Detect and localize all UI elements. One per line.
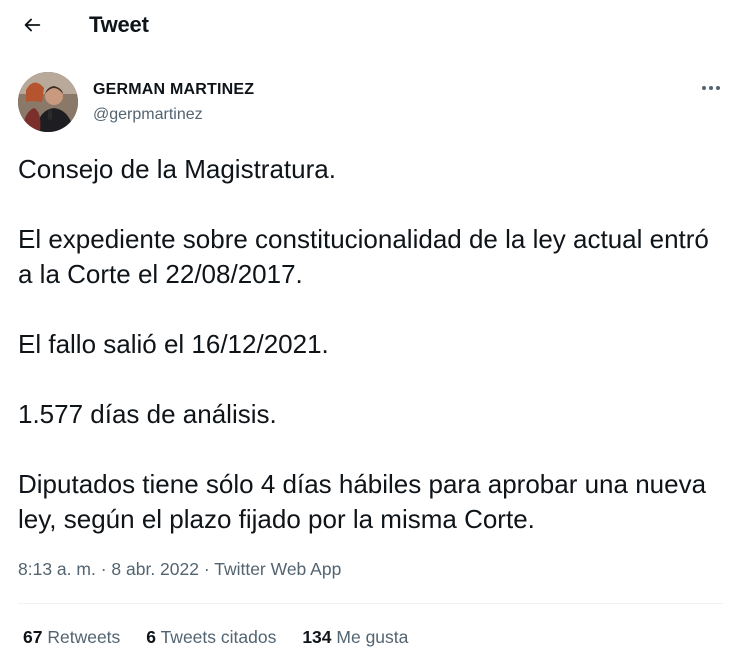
retweets-label: Retweets (47, 627, 121, 647)
author-display-name[interactable]: GERMAN MARTINEZ (93, 80, 254, 100)
avatar-photo-icon (18, 72, 78, 132)
quotes-label: Tweets citados (160, 627, 277, 647)
likes-count: 134 (302, 627, 332, 647)
more-horizontal-icon (702, 86, 720, 90)
avatar[interactable] (18, 72, 78, 132)
quotes-stat[interactable]: 6 Tweets citados (146, 626, 276, 648)
tweet-paragraph: El expediente sobre constitucionalidad d… (18, 224, 709, 289)
divider (18, 603, 723, 604)
tweet-stats: 67 Retweets 6 Tweets citados 134 Me gust… (23, 626, 434, 648)
back-button[interactable] (16, 9, 48, 41)
tweet-paragraph: El fallo salió el 16/12/2021. (18, 329, 329, 359)
tweet-meta: 8:13 a. m. · 8 abr. 2022 · Twitter Web A… (18, 558, 341, 580)
tweet-date-link[interactable]: 8 abr. 2022 (111, 559, 199, 579)
tweet-time-link[interactable]: 8:13 a. m. (18, 559, 96, 579)
quotes-count: 6 (146, 627, 157, 647)
meta-separator: · (198, 559, 215, 579)
retweets-stat[interactable]: 67 Retweets (23, 626, 120, 648)
tweet-text: Consejo de la Magistratura. El expedient… (18, 152, 718, 537)
tweet-source-link[interactable]: Twitter Web App (214, 559, 341, 579)
tweet-author: GERMAN MARTINEZ @gerpmartinez (18, 72, 723, 132)
more-button[interactable] (699, 78, 723, 98)
meta-separator: · (95, 559, 112, 579)
tweet-paragraph: 1.577 días de análisis. (18, 399, 277, 429)
tweet-paragraph: Consejo de la Magistratura. (18, 154, 336, 184)
tweet-paragraph: Diputados tiene sólo 4 días hábiles para… (18, 469, 707, 534)
author-handle[interactable]: @gerpmartinez (93, 105, 203, 125)
tweet-header: Tweet (0, 0, 737, 50)
likes-label: Me gusta (336, 627, 409, 647)
retweets-count: 67 (23, 627, 43, 647)
page-title: Tweet (89, 12, 149, 37)
likes-stat[interactable]: 134 Me gusta (302, 626, 408, 648)
arrow-left-icon (24, 18, 41, 32)
